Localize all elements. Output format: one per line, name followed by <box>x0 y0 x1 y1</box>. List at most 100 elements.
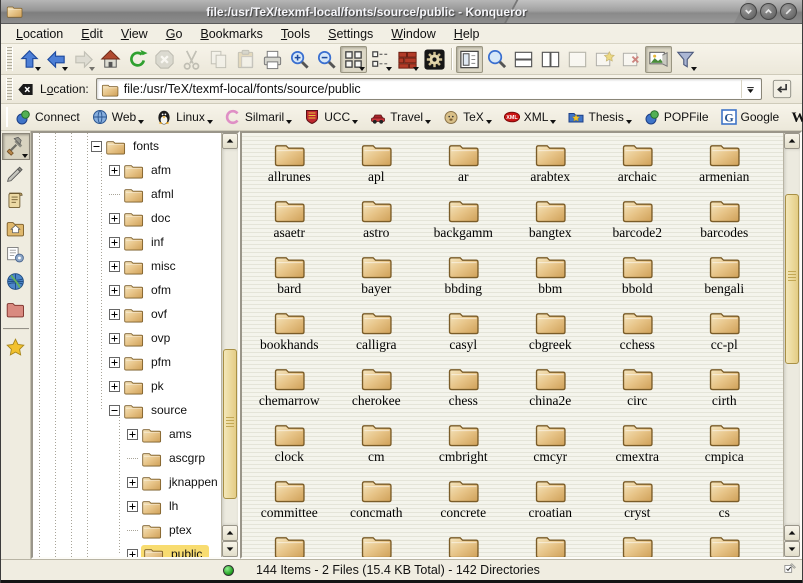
sidebar-tab-home-directory[interactable] <box>2 214 30 241</box>
tree-item-afml[interactable]: afml <box>33 182 221 206</box>
sidebar-tab-bookmarks[interactable] <box>2 334 30 361</box>
bookmark-silmaril[interactable]: Silmaril <box>221 107 296 127</box>
menu-edit[interactable]: Edit <box>72 25 112 43</box>
bookmark-google[interactable]: GGoogle <box>717 107 784 127</box>
bookmark-ucc[interactable]: UCC <box>300 107 362 127</box>
folder-item-asaetr[interactable]: asaetr <box>246 193 333 249</box>
folder-item-partial[interactable] <box>246 529 333 557</box>
menu-help[interactable]: Help <box>445 25 489 43</box>
clear-location-icon[interactable] <box>16 80 35 99</box>
scroll-down-button[interactable] <box>222 541 238 557</box>
split-view-top-bottom-button[interactable] <box>510 46 537 73</box>
scroll-down-button[interactable] <box>784 541 800 557</box>
tree-expander-plus-icon[interactable] <box>127 477 138 488</box>
tree-item-pfm[interactable]: pfm <box>33 350 221 374</box>
tree-expander-plus-icon[interactable] <box>109 165 120 176</box>
bookmark-travel[interactable]: Travel <box>366 107 435 127</box>
tree-expander-minus-icon[interactable] <box>91 141 102 152</box>
scroll-up-button[interactable] <box>222 525 238 541</box>
tree-item-inf[interactable]: inf <box>33 230 221 254</box>
folder-item-bard[interactable]: bard <box>246 249 333 305</box>
tree-item-lh[interactable]: lh <box>33 494 221 518</box>
location-dropdown-arrow[interactable] <box>741 80 759 98</box>
folder-item-arabtex[interactable]: arabtex <box>507 137 594 193</box>
folder-item-cmpica[interactable]: cmpica <box>681 417 768 473</box>
zoom-out-button[interactable] <box>313 46 340 73</box>
folder-item-archaic[interactable]: archaic <box>594 137 681 193</box>
sidebar-tab-services[interactable] <box>2 241 30 268</box>
menu-location[interactable]: Location <box>7 25 72 43</box>
back-button[interactable] <box>43 46 70 73</box>
toolbar-drag-handle[interactable] <box>6 47 13 70</box>
tree-expander-plus-icon[interactable] <box>109 237 120 248</box>
menu-bookmarks[interactable]: Bookmarks <box>191 25 272 43</box>
tree-item-ams[interactable]: ams <box>33 422 221 446</box>
main-scrollbar[interactable] <box>783 133 800 557</box>
maximize-button[interactable] <box>760 3 777 20</box>
sidebar-tab-root-directory[interactable] <box>2 295 30 322</box>
up-button[interactable] <box>16 46 43 73</box>
tree-expander-minus-icon[interactable] <box>109 405 120 416</box>
folder-item-cmextra[interactable]: cmextra <box>594 417 681 473</box>
location-input[interactable]: file:/usr/TeX/texmf-local/fonts/source/p… <box>96 78 762 100</box>
reload-button[interactable] <box>124 46 151 73</box>
bookmark-xml[interactable]: XMLXML <box>500 107 561 127</box>
icon-view-button[interactable] <box>340 46 367 73</box>
folder-item-bengali[interactable]: bengali <box>681 249 768 305</box>
folder-item-chemarrow[interactable]: chemarrow <box>246 361 333 417</box>
tree-scrollbar[interactable] <box>221 133 238 557</box>
folder-item-ar[interactable]: ar <box>420 137 507 193</box>
tree-item-ovp[interactable]: ovp <box>33 326 221 350</box>
sidebar-tab-configure-panel[interactable] <box>2 133 30 160</box>
tree-item-ofm[interactable]: ofm <box>33 278 221 302</box>
sidebar-tab-network[interactable] <box>2 268 30 295</box>
minimize-button[interactable] <box>740 3 757 20</box>
folder-item-bayer[interactable]: bayer <box>333 249 420 305</box>
tree-item-doc[interactable]: doc <box>33 206 221 230</box>
bookmark-connect[interactable]: Connect <box>11 107 84 127</box>
menu-tools[interactable]: Tools <box>272 25 319 43</box>
titlebar[interactable]: file:/usr/TeX/texmf-local/fonts/source/p… <box>1 0 802 24</box>
scrollbar-thumb[interactable] <box>223 349 237 499</box>
folder-item-apl[interactable]: apl <box>333 137 420 193</box>
print-button[interactable] <box>259 46 286 73</box>
tree-expander-plus-icon[interactable] <box>109 261 120 272</box>
folder-item-cbgreek[interactable]: cbgreek <box>507 305 594 361</box>
folder-item-partial[interactable] <box>681 529 768 557</box>
tree-item-fonts[interactable]: fonts <box>33 134 221 158</box>
bookmark-tex[interactable]: TeX <box>439 107 496 127</box>
file-size-view-button[interactable] <box>394 46 421 73</box>
icon-area[interactable]: allrunesaplararabtexarchaicarmenian asaet… <box>242 133 783 557</box>
folder-item-casyl[interactable]: casyl <box>420 305 507 361</box>
tree-expander-plus-icon[interactable] <box>109 285 120 296</box>
tree-item-ascgrp[interactable]: ascgrp <box>33 446 221 470</box>
menu-view[interactable]: View <box>112 25 157 43</box>
folder-item-allrunes[interactable]: allrunes <box>246 137 333 193</box>
folder-item-armenian[interactable]: armenian <box>681 137 768 193</box>
tree-item-jknappen[interactable]: jknappen <box>33 470 221 494</box>
folder-item-committee[interactable]: committee <box>246 473 333 529</box>
tree-expander-plus-icon[interactable] <box>109 333 120 344</box>
folder-item-concrete[interactable]: concrete <box>420 473 507 529</box>
tree-expander-plus-icon[interactable] <box>109 213 120 224</box>
tree-item-pk[interactable]: pk <box>33 374 221 398</box>
folder-item-partial[interactable] <box>420 529 507 557</box>
folder-item-chess[interactable]: chess <box>420 361 507 417</box>
menu-go[interactable]: Go <box>157 25 192 43</box>
folder-item-clock[interactable]: clock <box>246 417 333 473</box>
tree-item-public[interactable]: public <box>33 542 221 557</box>
filter-button[interactable] <box>672 46 699 73</box>
kde-gear-throbber-button[interactable] <box>421 46 448 73</box>
menu-settings[interactable]: Settings <box>319 25 382 43</box>
folder-item-circ[interactable]: circ <box>594 361 681 417</box>
scrollbar-thumb[interactable] <box>785 194 799 364</box>
folder-item-cmbright[interactable]: cmbright <box>420 417 507 473</box>
zoom-in-button[interactable] <box>286 46 313 73</box>
folder-item-backgamm[interactable]: backgamm <box>420 193 507 249</box>
tree-expander-plus-icon[interactable] <box>109 309 120 320</box>
bookmark-wikipedia[interactable]: WWikipedia <box>787 107 803 127</box>
folder-item-china2e[interactable]: china2e <box>507 361 594 417</box>
tree-item-ptex[interactable]: ptex <box>33 518 221 542</box>
tree-expander-plus-icon[interactable] <box>109 381 120 392</box>
folder-item-bangtex[interactable]: bangtex <box>507 193 594 249</box>
